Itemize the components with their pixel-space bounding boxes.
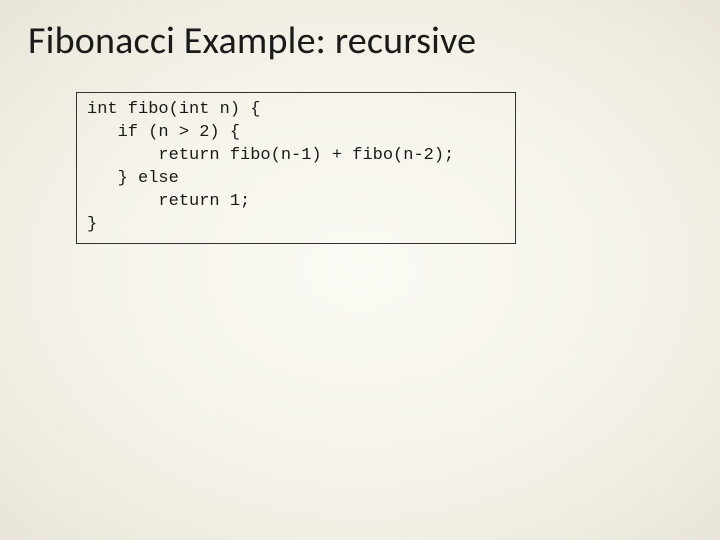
code-block: int fibo(int n) { if (n > 2) { return fi… xyxy=(76,92,516,244)
slide-title: Fibonacci Example: recursive xyxy=(28,18,692,64)
slide-container: Fibonacci Example: recursive int fibo(in… xyxy=(0,0,720,540)
